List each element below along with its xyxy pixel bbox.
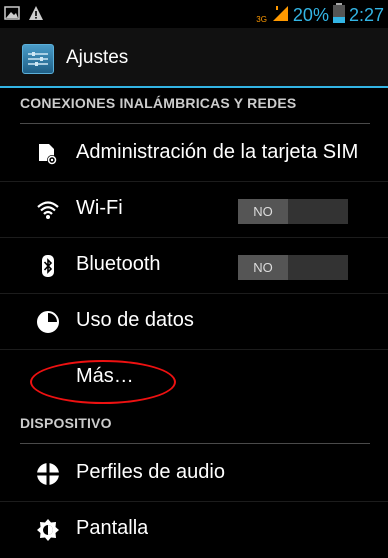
page-title: Ajustes [66,47,129,68]
settings-item-wifi[interactable]: Wi-Fi NO [0,182,388,238]
status-bar: 3G 20% 2:27 [0,0,388,28]
settings-sliders-icon[interactable] [22,44,54,74]
battery-icon [332,3,345,28]
highlight-circle-annotation [30,360,176,404]
settings-item-label: Uso de datos [76,309,194,331]
display-icon [36,518,60,542]
bluetooth-toggle-state: NO [238,255,288,280]
settings-item-label: Perfiles de audio [76,461,225,483]
network-type-label: 3G [256,15,267,24]
wifi-icon [36,198,60,222]
section-header-wireless: CONEXIONES INALÁMBRICAS Y REDES [20,86,370,124]
settings-item-sim[interactable]: Administración de la tarjeta SIM [0,126,388,182]
settings-item-bluetooth[interactable]: Bluetooth NO [0,238,388,294]
wifi-toggle[interactable]: NO [238,199,348,224]
settings-item-label: Wi-Fi [76,197,123,219]
picture-notification-icon [4,5,20,26]
warning-notification-icon [28,5,44,26]
battery-percent: 20% [292,5,329,25]
bluetooth-icon [36,254,60,278]
signal-strength-icon [271,4,289,27]
bluetooth-toggle[interactable]: NO [238,255,348,280]
settings-item-display[interactable]: Pantalla [0,502,388,558]
settings-item-audio-profiles[interactable]: Perfiles de audio [0,446,388,502]
clock: 2:27 [348,5,384,25]
settings-item-label: Bluetooth [76,253,161,275]
audio-profiles-icon [36,462,60,486]
section-header-device: DISPOSITIVO [20,406,370,444]
action-bar: Ajustes [0,28,388,88]
sim-settings-icon [36,142,60,166]
data-usage-icon [36,310,60,334]
settings-item-label: Administración de la tarjeta SIM [76,141,359,163]
settings-item-data-usage[interactable]: Uso de datos [0,294,388,350]
wifi-toggle-state: NO [238,199,288,224]
settings-item-label: Pantalla [76,517,149,539]
